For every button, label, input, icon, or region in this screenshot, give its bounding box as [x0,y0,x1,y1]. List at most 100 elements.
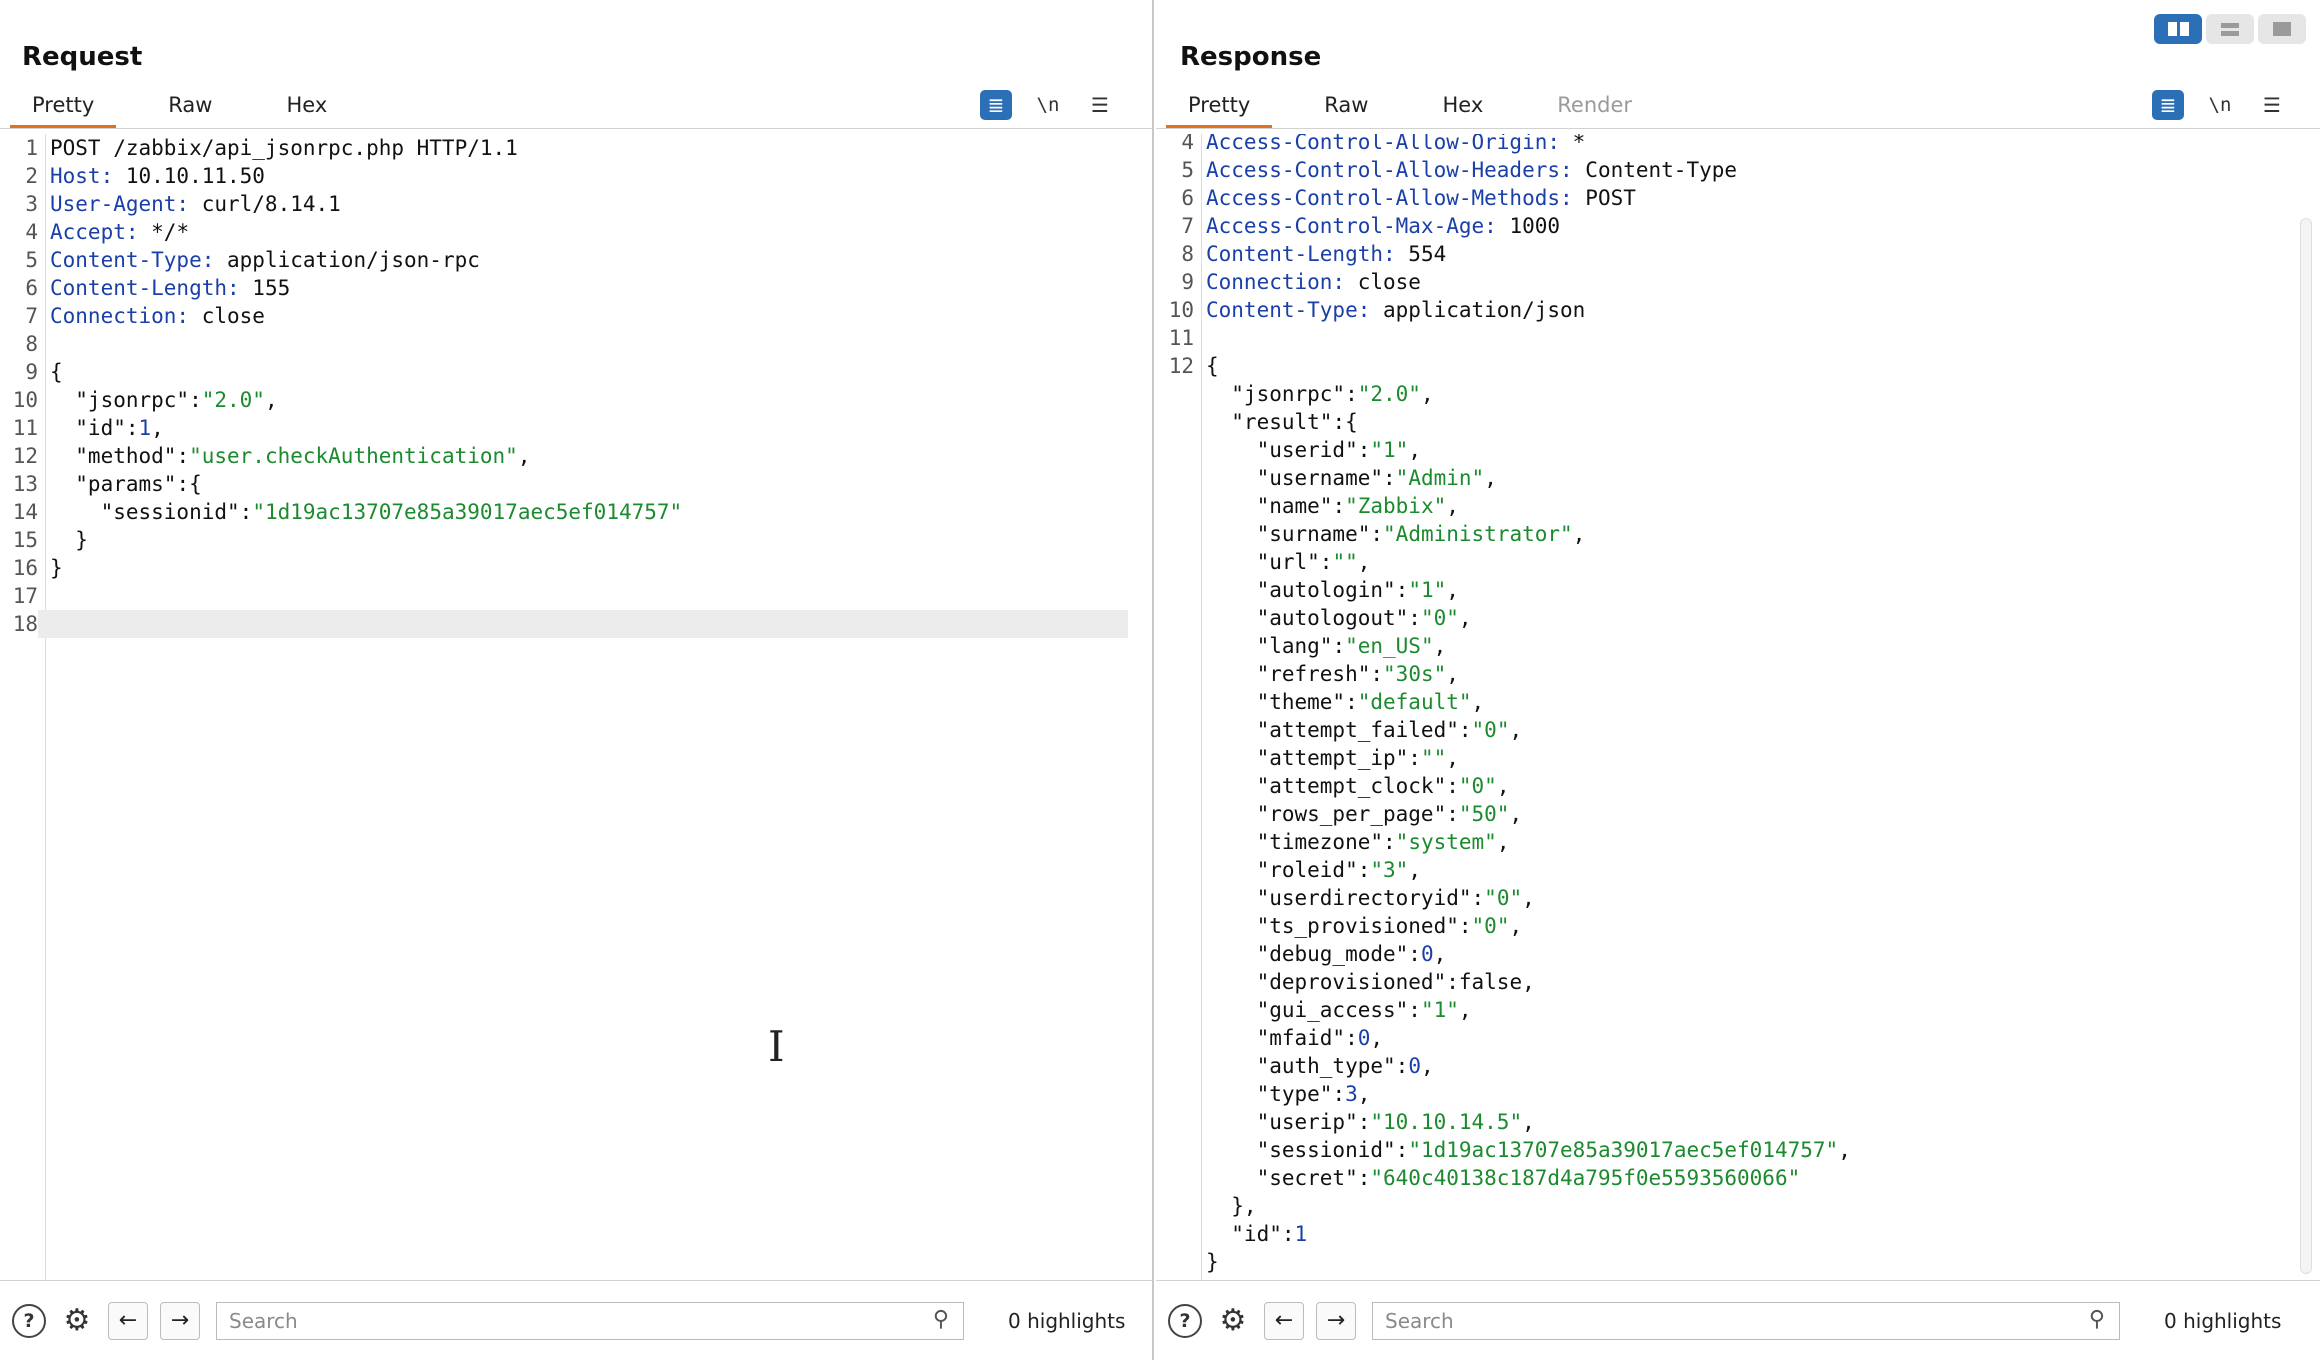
code-token: Host: [50,164,114,188]
code-token: 0 [1408,1054,1421,1078]
line-code: Connection: close [38,302,1152,330]
response-newline-toggle[interactable]: \n [2204,90,2236,120]
code-line: 11 [1156,324,2320,352]
response-wrap-lines-button[interactable]: ≣ [2152,90,2184,120]
request-search-input[interactable] [217,1302,963,1339]
response-menu-button[interactable]: ☰ [2256,90,2288,120]
response-scrollbar[interactable] [2300,218,2312,1274]
code-line: "rows_per_page":"50", [1156,800,2320,828]
line-number [1156,1080,1194,1108]
line-number: 5 [25,248,38,272]
code-token: "auth_type" [1206,1054,1396,1078]
request-highlights-count: 0 highlights [1008,1308,1126,1333]
code-token: "theme" [1206,690,1346,714]
code-token: Content-Length: [1206,242,1396,266]
code-token: "" [1332,550,1358,574]
response-tab-pretty[interactable]: Pretty [1166,86,1273,128]
code-token: "0" [1471,718,1510,742]
code-line: "deprovisioned":false, [1156,968,2320,996]
code-token: : [1446,802,1459,826]
code-token: "mfaid" [1206,1026,1346,1050]
code-token: * [1560,134,1586,154]
code-token: } [1206,1250,1219,1274]
line-code: "rows_per_page":"50", [1194,800,2320,828]
request-tab-raw[interactable]: Raw [146,86,234,128]
code-token: : [1446,970,1459,994]
response-tab-render[interactable]: Render [1535,86,1654,128]
response-tab-raw[interactable]: Raw [1302,86,1390,128]
layout-stacked-button[interactable] [2206,14,2254,44]
request-forward-button[interactable]: → [160,1301,200,1340]
line-number: 11 [12,416,38,440]
code-token: , [1572,522,1586,546]
code-token: "2.0" [201,388,265,412]
response-tab-hex[interactable]: Hex [1420,86,1505,128]
request-menu-button[interactable]: ☰ [1084,90,1116,120]
code-token: , [1484,466,1497,490]
code-token: "id" [1206,1222,1282,1246]
request-tab-hex[interactable]: Hex [264,86,349,128]
line-number: 11 [1168,326,1194,350]
request-tabs: Pretty Raw Hex [10,86,349,128]
request-title: Request [22,42,143,72]
layout-single-button[interactable] [2258,14,2306,44]
code-line: "name":"Zabbix", [1156,492,2320,520]
code-line: 8 Content-Length: 554 [1156,240,2320,268]
line-number: 15 [12,528,38,552]
line-code: "sessionid":"1d19ac13707e85a39017aec5ef0… [1194,1136,2320,1164]
response-settings-button[interactable]: ⚙ [1216,1303,1250,1338]
code-token: "0" [1458,774,1497,798]
code-line: "attempt_failed":"0", [1156,716,2320,744]
code-token: "" [1420,746,1447,770]
response-search-input[interactable] [1373,1302,2119,1339]
line-code: "name":"Zabbix", [1194,492,2320,520]
line-number: 4 [25,220,38,244]
line-code: "refresh":"30s", [1194,660,2320,688]
code-line: "attempt_clock":"0", [1156,772,2320,800]
code-token: 0 [1357,1026,1371,1050]
line-code: } [38,554,1152,582]
code-token: , [1522,970,1535,994]
code-token: : [1332,634,1346,658]
response-help-button[interactable]: ? [1168,1303,1202,1338]
line-code: "url":"", [1194,548,2320,576]
code-token: :{ [1332,410,1358,434]
code-token: : [1408,746,1421,770]
code-line: 6 Content-Length: 155 [0,274,1152,302]
request-help-button[interactable]: ? [12,1303,46,1338]
code-token: : [1446,774,1459,798]
line-number [1156,1220,1194,1248]
code-line: "auth_type":0, [1156,1052,2320,1080]
request-newline-toggle[interactable]: \n [1032,90,1064,120]
code-line: "surname":"Administrator", [1156,520,2320,548]
code-token: : [1408,606,1421,630]
code-token: Access-Control-Allow-Headers: [1206,158,1573,182]
code-token: : [1319,550,1333,574]
request-wrap-lines-button[interactable]: ≣ [980,90,1012,120]
request-back-button[interactable]: ← [108,1301,148,1340]
response-editor[interactable]: 4 Access-Control-Allow-Origin: * 5 Access-C… [1156,134,2320,1280]
code-line: 12 "method":"user.checkAuthentication", [0,442,1152,470]
code-token: "gui_access" [1206,998,1409,1022]
line-code: Content-Length: 554 [1194,240,2320,268]
code-token: , [1446,494,1459,518]
response-back-button[interactable]: ← [1264,1301,1304,1340]
search-icon[interactable]: ⚲ [933,1307,949,1332]
code-line: "type":3, [1156,1080,2320,1108]
search-icon[interactable]: ⚲ [2089,1307,2105,1332]
line-number: 12 [1168,354,1194,378]
line-number [1156,492,1194,520]
request-tab-pretty[interactable]: Pretty [10,86,117,128]
line-code: Access-Control-Max-Age: 1000 [1194,212,2320,240]
layout-side-by-side-button[interactable] [2154,14,2202,44]
line-number: 17 [12,584,38,608]
code-token: application/json [1370,298,1586,322]
request-editor[interactable]: 1 POST /zabbix/api_jsonrpc.php HTTP/1.1 2 H… [0,134,1152,1280]
response-forward-button[interactable]: → [1316,1301,1356,1340]
line-number [1156,576,1194,604]
code-token: "sessionid" [1206,1138,1396,1162]
request-settings-button[interactable]: ⚙ [60,1303,94,1338]
code-token: "id" [50,416,126,440]
code-line: "userip":"10.10.14.5", [1156,1108,2320,1136]
